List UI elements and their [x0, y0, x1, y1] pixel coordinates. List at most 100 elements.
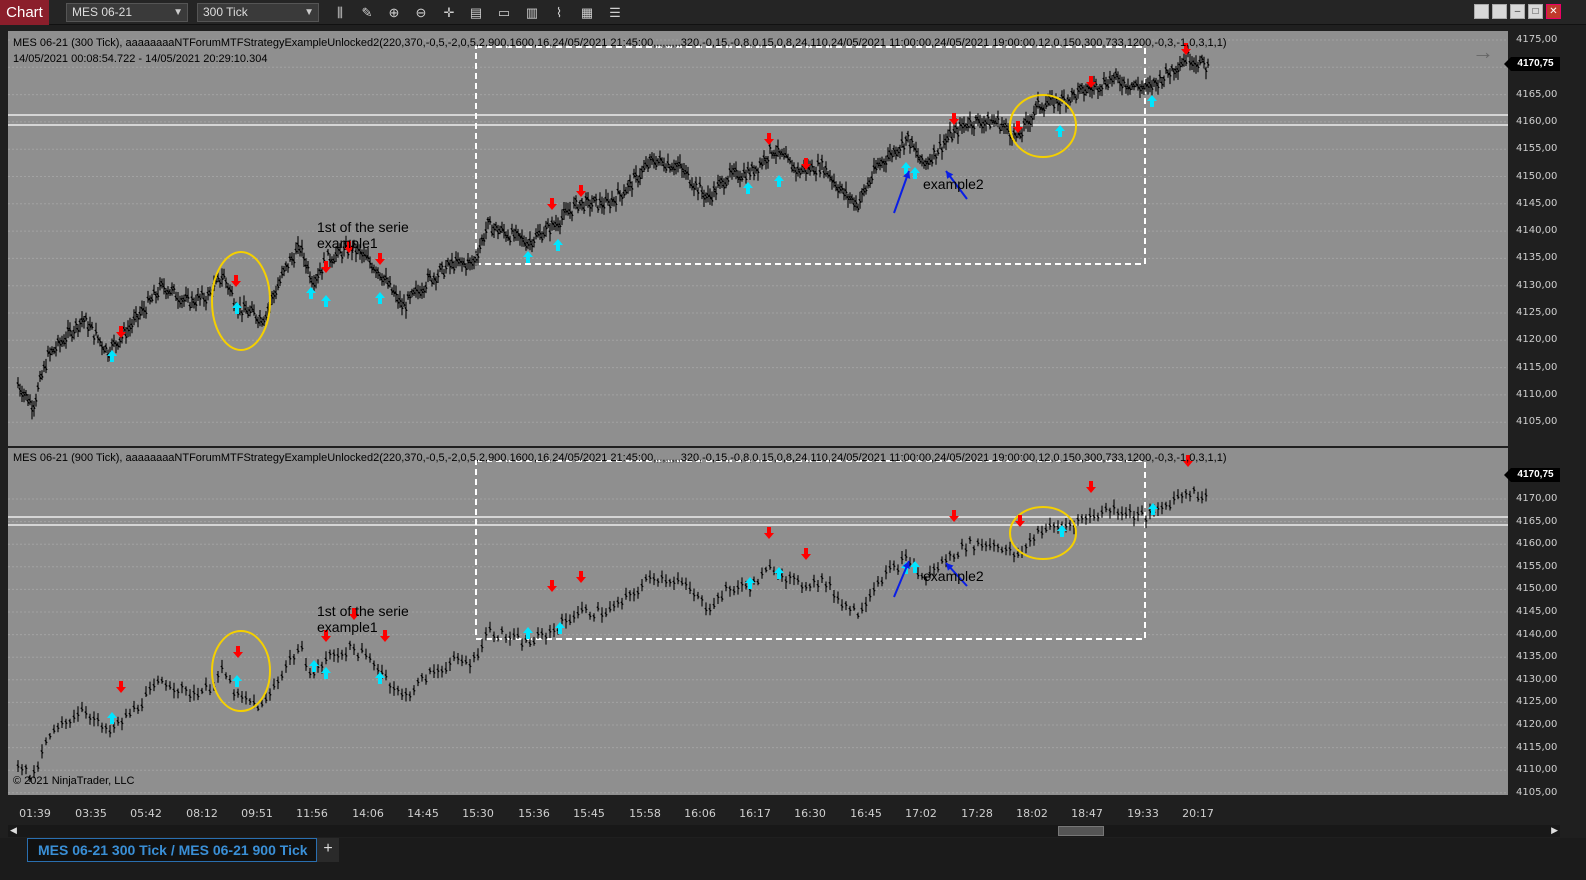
indicators-icon[interactable]: ▥	[522, 3, 542, 22]
instrument-selector[interactable]: MES 06-21 ▼	[66, 3, 188, 22]
price-chart-canvas[interactable]	[8, 31, 1508, 795]
sell-arrow-icon	[375, 253, 385, 265]
top-price-tick: 4130,00	[1516, 279, 1558, 291]
bottom-price-tick: 4160,00	[1516, 538, 1558, 550]
sell-arrow-icon	[547, 198, 557, 210]
crosshair-icon[interactable]: ✛	[439, 3, 459, 22]
top-panel-date-range: 14/05/2021 00:08:54.722 - 14/05/2021 20:…	[13, 53, 268, 65]
title-bar: Chart MES 06-21 ▼ 300 Tick ▼ ⫼ ✎ ⊕ ⊖ ✛ ▤ ▭…	[0, 0, 1586, 25]
top-price-tick: 4155,00	[1516, 143, 1558, 155]
time-tick: 08:12	[186, 807, 218, 820]
time-tick: 01:39	[19, 807, 51, 820]
top-price-tick: 4135,00	[1516, 252, 1558, 264]
time-tick: 15:45	[573, 807, 605, 820]
bottom-price-tick: 4120,00	[1516, 719, 1558, 730]
top-price-tick: 4150,00	[1516, 170, 1558, 182]
bottom-price-tick: 4165,00	[1516, 515, 1558, 527]
time-tick: 09:51	[241, 807, 273, 820]
tab-bar: MES 06-21 300 Tick / MES 06-21 900 Tick …	[0, 838, 1586, 880]
top-price-tick: 4110,00	[1516, 388, 1558, 400]
bottom-highlight-circle	[1009, 506, 1077, 560]
chart-panels[interactable]: MES 06-21 (300 Tick), aaaaaaaaNTForumMTF…	[8, 31, 1508, 795]
time-tick: 16:17	[739, 807, 771, 820]
top-price-tick: 4115,00	[1516, 361, 1558, 373]
properties-icon[interactable]: ▦	[577, 3, 597, 22]
top-panel-header: MES 06-21 (300 Tick), aaaaaaaaNTForumMTF…	[13, 37, 1227, 49]
data-box-icon[interactable]: ▤	[466, 3, 486, 22]
top-last-price-badge: 4170,75	[1504, 57, 1560, 71]
time-tick: 11:56	[296, 807, 328, 820]
time-tick: 14:45	[407, 807, 439, 820]
window-option-icon[interactable]	[1492, 4, 1507, 19]
top-price-tick: 4105,00	[1516, 416, 1558, 428]
bottom-price-tick: 4125,00	[1516, 696, 1558, 708]
time-tick: 15:30	[462, 807, 494, 820]
top-annotation-first: 1st of the serie	[317, 219, 409, 235]
panel-separator	[8, 446, 1508, 448]
top-annotation-example2: example2	[923, 176, 984, 192]
arrow-right-icon[interactable]: →	[1472, 39, 1494, 65]
buy-arrow-icon	[232, 675, 242, 687]
interval-selector[interactable]: 300 Tick ▼	[197, 3, 319, 22]
top-price-tick: 4140,00	[1516, 225, 1558, 237]
close-icon[interactable]: ✕	[1546, 4, 1561, 19]
zoom-in-icon[interactable]: ⊕	[384, 3, 404, 22]
bottom-price-tick: 4115,00	[1516, 741, 1558, 753]
bottom-highlight-circle	[211, 630, 271, 712]
top-price-tick: 4125,00	[1516, 307, 1558, 318]
buy-arrow-icon	[1147, 95, 1157, 107]
minimize-icon[interactable]: –	[1510, 4, 1525, 19]
bar-type-icon[interactable]: ⫼	[330, 3, 350, 22]
maximize-icon[interactable]: □	[1528, 4, 1543, 19]
buy-arrow-icon	[555, 622, 565, 634]
top-price-tick: 4175,00	[1516, 34, 1558, 45]
top-price-tick: 4165,00	[1516, 88, 1558, 100]
bottom-annotation-first: 1st of the serie	[317, 603, 409, 619]
scroll-right-icon[interactable]: ▶	[1551, 825, 1558, 836]
buy-arrow-icon	[523, 627, 533, 639]
sell-arrow-icon	[233, 646, 243, 658]
buy-arrow-icon	[375, 292, 385, 304]
time-tick: 18:02	[1016, 807, 1048, 820]
horizontal-scrollbar[interactable]: ◀ ▶	[8, 825, 1560, 837]
time-tick: 16:30	[794, 807, 826, 820]
time-tick: 05:42	[130, 807, 162, 820]
bottom-price-tick: 4145,00	[1516, 606, 1558, 617]
sell-arrow-icon	[576, 185, 586, 197]
time-tick: 18:47	[1071, 807, 1103, 820]
sell-arrow-icon	[1086, 481, 1096, 493]
time-axis[interactable]: 01:39 03:35 05:42 08:12 09:51 11:56 14:06 14:45…	[8, 795, 1508, 825]
bottom-price-tick: 4130,00	[1516, 673, 1558, 685]
window-option-icon[interactable]	[1474, 4, 1489, 19]
chart-tab-main[interactable]: MES 06-21 300 Tick / MES 06-21 900 Tick	[27, 838, 317, 862]
bottom-price-tick: 4150,00	[1516, 583, 1558, 595]
scroll-left-icon[interactable]: ◀	[10, 825, 17, 836]
buy-arrow-icon	[553, 239, 563, 251]
top-price-tick: 4120,00	[1516, 334, 1558, 346]
strategies-icon[interactable]: ⌇	[549, 3, 569, 22]
price-axis[interactable]: 4175,00 4170,00 4165,00 4160,00 4155,00 4150,…	[1504, 31, 1560, 798]
sell-arrow-icon	[949, 510, 959, 522]
bottom-price-tick: 4135,00	[1516, 651, 1558, 663]
buy-arrow-icon	[107, 712, 117, 724]
buy-arrow-icon	[743, 182, 753, 194]
buy-arrow-icon	[910, 167, 920, 179]
sell-arrow-icon	[764, 133, 774, 145]
time-tick: 19:33	[1127, 807, 1159, 820]
drawing-objects-icon[interactable]: ▭	[494, 3, 514, 22]
draw-icon[interactable]: ✎	[357, 3, 377, 22]
top-price-tick: 4160,00	[1516, 115, 1558, 127]
scrollbar-thumb[interactable]	[1058, 826, 1104, 836]
sell-arrow-icon	[116, 681, 126, 693]
bottom-annotation-example1: example1	[317, 619, 378, 635]
time-tick: 03:35	[75, 807, 107, 820]
sell-arrow-icon	[801, 548, 811, 560]
add-tab-button[interactable]: +	[317, 838, 339, 862]
sell-arrow-icon	[576, 571, 586, 583]
chevron-down-icon: ▼	[173, 7, 183, 18]
chart-tab[interactable]: Chart	[0, 0, 49, 25]
time-tick: 15:36	[518, 807, 550, 820]
zoom-out-icon[interactable]: ⊖	[411, 3, 431, 22]
menu-icon[interactable]: ☰	[605, 3, 625, 22]
buy-arrow-icon	[1055, 125, 1065, 137]
